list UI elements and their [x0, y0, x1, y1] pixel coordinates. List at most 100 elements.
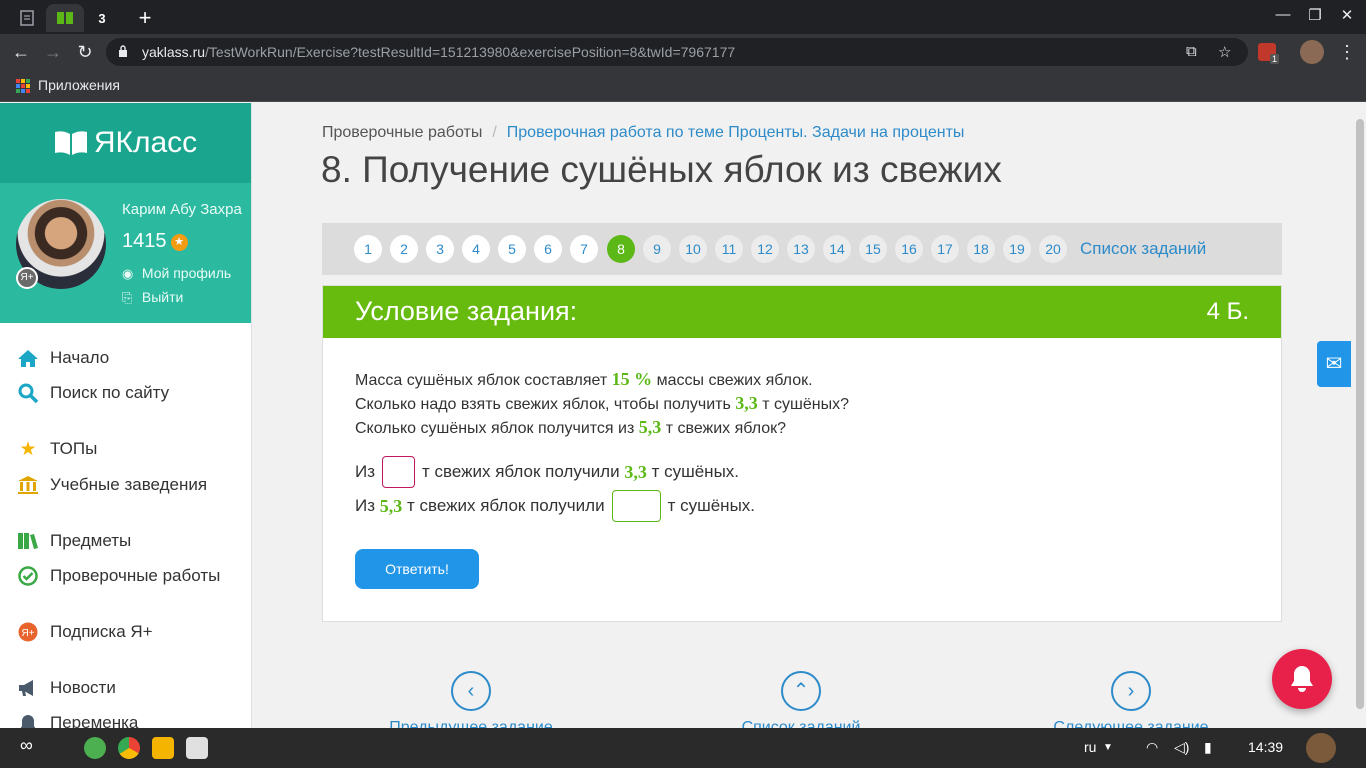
files-icon[interactable] — [152, 737, 174, 759]
logout-link[interactable]: ⎘ Выйти — [122, 289, 183, 306]
page-16[interactable]: 16 — [895, 235, 923, 263]
answer-text: т свежих яблок получили — [406, 496, 605, 515]
keyboard-language[interactable]: ru — [1084, 739, 1096, 755]
page-19[interactable]: 19 — [1003, 235, 1031, 263]
menu-kebab-icon[interactable]: ⋮ — [1334, 40, 1360, 64]
prev-task-link[interactable]: ‹ Предыдущее задание — [361, 671, 581, 728]
page-18[interactable]: 18 — [967, 235, 995, 263]
main-content: Проверочные работы / Проверочная работа по… — [253, 103, 1353, 728]
sidebar-item-label: ТОПы — [50, 439, 98, 458]
profile-avatar[interactable] — [1300, 40, 1324, 64]
page-13[interactable]: 13 — [787, 235, 815, 263]
svg-text:Я+: Я+ — [21, 628, 34, 639]
wifi-icon[interactable]: ◠ — [1146, 739, 1158, 756]
page-15[interactable]: 15 — [859, 235, 887, 263]
yplus-icon: Я+ — [16, 621, 40, 643]
page-7[interactable]: 7 — [570, 235, 598, 263]
page-scrollbar[interactable] — [1353, 103, 1366, 728]
sidebar-item-search[interactable]: Поиск по сайту — [16, 382, 169, 404]
breadcrumb-current[interactable]: Проверочная работа по теме Проценты. Зад… — [507, 124, 965, 141]
browser-tab-bar: 3 + — ❐ ✕ — [0, 0, 1366, 34]
play-store-icon[interactable] — [84, 737, 106, 759]
url-text: yaklass.ru/TestWorkRun/Exercise?testResu… — [142, 44, 736, 60]
dried-apples-input[interactable] — [611, 490, 661, 522]
sidebar-item-subscription[interactable]: Я+ Подписка Я+ — [16, 621, 153, 643]
page-20[interactable]: 20 — [1039, 235, 1067, 263]
fresh-apples-input[interactable] — [382, 456, 416, 488]
page-12[interactable]: 12 — [751, 235, 779, 263]
sidebar-item-break[interactable]: Переменка — [16, 712, 138, 728]
logo[interactable]: ЯКласс — [0, 103, 251, 183]
sidebar-item-tests[interactable]: Проверочные работы — [16, 565, 220, 587]
logout-label: Выйти — [141, 289, 184, 305]
forward-button[interactable]: → — [40, 40, 66, 64]
chrome-icon[interactable] — [118, 737, 140, 759]
tab-yaklass[interactable] — [46, 4, 84, 32]
open-external-icon[interactable]: ⧉ — [1186, 43, 1197, 60]
condition-title: Условие задания: — [355, 296, 578, 326]
next-task-link[interactable]: › Следующее задание — [1021, 671, 1241, 728]
breadcrumb: Проверочные работы / Проверочная работа по… — [322, 124, 964, 142]
chevron-left-icon: ‹ — [451, 671, 491, 711]
bookmark-apps[interactable]: Приложения — [38, 77, 120, 93]
sidebar-item-label: Учебные заведения — [50, 475, 208, 494]
launcher-icon[interactable]: ∞ — [20, 735, 42, 757]
minimize-button[interactable]: — — [1268, 6, 1298, 23]
breadcrumb-separator: / — [492, 124, 497, 141]
omnibox[interactable]: yaklass.ru/TestWorkRun/Exercise?testResu… — [106, 38, 1248, 66]
page-5[interactable]: 5 — [498, 235, 526, 263]
problem-text: Масса сушёных яблок составляет — [355, 372, 608, 389]
calculator-icon[interactable] — [186, 737, 208, 759]
page-11[interactable]: 11 — [715, 235, 743, 263]
sidebar-item-label: Проверочные работы — [50, 566, 221, 585]
page-10[interactable]: 10 — [679, 235, 707, 263]
sidebar-item-subjects[interactable]: Предметы — [16, 530, 131, 552]
bell-icon — [1291, 666, 1313, 692]
page-title: 8. Получение сушёных яблок из свежих — [321, 149, 1002, 190]
document-icon — [20, 10, 34, 26]
page-1[interactable]: 1 — [354, 235, 382, 263]
next-task-label: Следующее задание — [1053, 719, 1209, 728]
user-avatar[interactable] — [1306, 733, 1336, 763]
page-8-current[interactable]: 8 — [607, 235, 635, 263]
page-2[interactable]: 2 — [390, 235, 418, 263]
new-tab-button[interactable]: + — [128, 4, 162, 32]
notifications-button[interactable] — [1272, 649, 1332, 709]
problem-text: массы свежих яблок. — [656, 372, 813, 389]
page-14[interactable]: 14 — [823, 235, 851, 263]
sidebar-item-label: Подписка Я+ — [50, 622, 153, 641]
breadcrumb-root[interactable]: Проверочные работы — [322, 124, 482, 141]
scrollbar-thumb[interactable] — [1356, 119, 1364, 709]
sidebar-item-home[interactable]: Начало — [16, 347, 109, 369]
profile-panel: Я+ Карим Абу Захра 1415 ★ ◉ Мой профиль ⎘… — [0, 183, 251, 323]
page-4[interactable]: 4 — [462, 235, 490, 263]
task-list-link[interactable]: Список заданий — [1080, 239, 1206, 259]
page-3[interactable]: 3 — [426, 235, 454, 263]
yplus-badge-icon: Я+ — [16, 267, 38, 289]
answer-number: 5,3 — [379, 495, 403, 516]
volume-icon[interactable]: ◁) — [1174, 739, 1189, 756]
page-6[interactable]: 6 — [534, 235, 562, 263]
tab-favicon-recent[interactable] — [12, 4, 42, 32]
back-button[interactable]: ← — [8, 40, 34, 64]
logout-icon: ⎘ — [122, 290, 133, 305]
bookmark-star-icon[interactable]: ☆ — [1218, 43, 1231, 61]
my-profile-link[interactable]: ◉ Мой профиль — [122, 265, 231, 282]
close-window-button[interactable]: ✕ — [1332, 6, 1362, 24]
feedback-mail-button[interactable]: ✉ — [1317, 341, 1351, 387]
task-pager: 1 2 3 4 5 6 7 8 9 10 11 12 13 14 15 16 1… — [322, 223, 1282, 275]
maximize-button[interactable]: ❐ — [1300, 6, 1330, 24]
sidebar-item-institutions[interactable]: Учебные заведения — [16, 474, 207, 496]
user-name[interactable]: Карим Абу Захра — [122, 201, 242, 218]
battery-icon[interactable]: ▮ — [1204, 739, 1212, 756]
page-17[interactable]: 17 — [931, 235, 959, 263]
sidebar-item-tops[interactable]: ★ ТОПы — [16, 438, 97, 460]
reload-button[interactable]: ↻ — [72, 40, 98, 64]
task-list-bottom-link[interactable]: ⌃ Список заданий — [691, 671, 911, 728]
problem-line-1: Масса сушёных яблок составляет 15 % масс… — [355, 368, 849, 392]
submit-answer-button[interactable]: Ответить! — [355, 549, 479, 589]
clock[interactable]: 14:39 — [1248, 739, 1283, 755]
sidebar-item-news[interactable]: Новости — [16, 677, 116, 699]
tab-3[interactable]: 3 — [88, 4, 116, 32]
page-9[interactable]: 9 — [643, 235, 671, 263]
